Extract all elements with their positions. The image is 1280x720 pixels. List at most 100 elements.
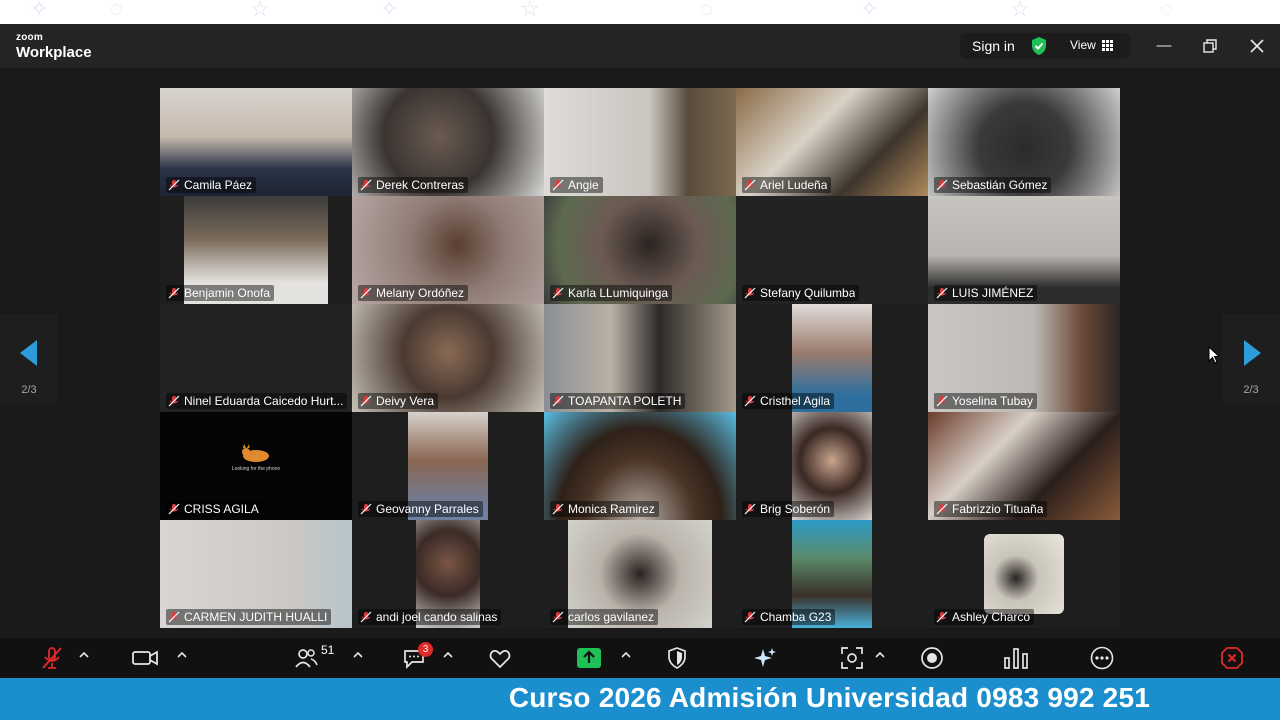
participant-name: Sebastián Gómez bbox=[952, 178, 1048, 192]
close-icon[interactable] bbox=[1249, 38, 1265, 54]
video-tile[interactable]: andi joel cando salinas bbox=[352, 520, 544, 628]
mic-muted-icon bbox=[552, 611, 564, 623]
video-tile[interactable]: Deivy Vera bbox=[352, 304, 544, 412]
video-tile[interactable]: carlos gavilanez bbox=[544, 520, 736, 628]
mic-muted-icon bbox=[744, 503, 756, 515]
mic-muted-icon bbox=[360, 287, 372, 299]
video-tile[interactable]: Yoselina Tubay bbox=[928, 304, 1120, 412]
grid-view-icon[interactable] bbox=[1102, 40, 1113, 51]
record-icon[interactable] bbox=[920, 646, 944, 670]
participant-name: Ninel Eduarda Caicedo Hurt... bbox=[184, 394, 344, 408]
mic-muted-icon bbox=[552, 179, 564, 191]
participant-name: andi joel cando salinas bbox=[376, 610, 498, 624]
chevron-up-icon[interactable] bbox=[353, 650, 363, 660]
title-bar: zoom Workplace Sign in View — bbox=[0, 24, 1280, 68]
video-tile[interactable]: Ariel Ludeña bbox=[736, 88, 928, 196]
mic-muted-icon bbox=[552, 503, 564, 515]
restore-icon[interactable] bbox=[1202, 38, 1218, 54]
participant-name: Benjamin Onofa bbox=[184, 286, 271, 300]
video-tile[interactable]: Monica Ramirez bbox=[544, 412, 736, 520]
mic-muted-icon bbox=[360, 611, 372, 623]
video-tile[interactable]: Melany Ordóñez bbox=[352, 196, 544, 304]
video-camera-icon[interactable] bbox=[132, 646, 158, 670]
participant-name: Ashley Charco bbox=[952, 610, 1031, 624]
participant-name: Melany Ordóñez bbox=[376, 286, 465, 300]
video-tile[interactable]: Camila Páez bbox=[160, 88, 352, 196]
participant-name: Derek Contreras bbox=[376, 178, 465, 192]
video-tile[interactable]: Brig Soberón bbox=[736, 412, 928, 520]
meeting-stage: 2/3 2/3 Camila Páez Derek Contreras Angi… bbox=[0, 68, 1280, 638]
mic-muted-icon[interactable] bbox=[40, 646, 64, 670]
security-shield-icon[interactable] bbox=[666, 646, 688, 670]
end-meeting-icon[interactable] bbox=[1220, 646, 1244, 670]
previous-page-button[interactable]: 2/3 bbox=[0, 314, 58, 404]
video-tile[interactable]: LUIS JIMÉNEZ bbox=[928, 196, 1120, 304]
mic-muted-icon bbox=[744, 179, 756, 191]
chevron-left-icon bbox=[20, 340, 37, 366]
mic-muted-icon bbox=[552, 287, 564, 299]
mic-muted-icon bbox=[744, 611, 756, 623]
participant-name: Monica Ramirez bbox=[568, 502, 655, 516]
video-tile[interactable]: Sebastián Gómez bbox=[928, 88, 1120, 196]
polls-icon[interactable] bbox=[1003, 646, 1029, 670]
mic-muted-icon bbox=[552, 395, 564, 407]
sign-in-button[interactable]: Sign in bbox=[972, 38, 1015, 54]
ai-companion-icon[interactable] bbox=[753, 646, 777, 670]
video-tile[interactable]: Fabrizzio Tituaña bbox=[928, 412, 1120, 520]
video-tile[interactable]: Geovanny Parrales bbox=[352, 412, 544, 520]
participants-icon[interactable] bbox=[294, 646, 318, 670]
mic-muted-icon bbox=[168, 611, 180, 623]
video-tile[interactable]: Chamba G23 bbox=[736, 520, 928, 628]
video-tile[interactable]: CARMEN JUDITH HUALLI bbox=[160, 520, 352, 628]
mic-muted-icon bbox=[936, 287, 948, 299]
chevron-up-icon[interactable] bbox=[79, 650, 89, 660]
video-tile[interactable]: Looking for the phone CRISS AGILA bbox=[160, 412, 352, 520]
mic-muted-icon bbox=[744, 287, 756, 299]
video-tile[interactable]: Stefany Quilumba bbox=[736, 196, 928, 304]
promo-banner-text: Curso 2026 Admisión Universidad 0983 992… bbox=[508, 682, 1150, 713]
participant-name: Stefany Quilumba bbox=[760, 286, 856, 300]
video-tile[interactable]: Angie bbox=[544, 88, 736, 196]
video-tile[interactable]: Cristhel Agila bbox=[736, 304, 928, 412]
video-tile[interactable]: Benjamin Onofa bbox=[160, 196, 352, 304]
encryption-shield-icon[interactable] bbox=[1030, 36, 1048, 56]
promo-banner: Curso 2026 Admisión Universidad 0983 992… bbox=[0, 678, 1280, 720]
more-icon[interactable] bbox=[1090, 646, 1114, 670]
minimize-icon[interactable]: — bbox=[1154, 36, 1174, 56]
page-indicator-right: 2/3 bbox=[1243, 384, 1259, 396]
participant-name: Cristhel Agila bbox=[760, 394, 831, 408]
participant-name: Camila Páez bbox=[184, 178, 253, 192]
mic-muted-icon bbox=[744, 395, 756, 407]
next-page-button[interactable]: 2/3 bbox=[1222, 314, 1280, 404]
participant-name: Angie bbox=[568, 178, 599, 192]
mic-muted-icon bbox=[936, 179, 948, 191]
participant-name: Chamba G23 bbox=[760, 610, 832, 624]
mic-muted-icon bbox=[168, 179, 180, 191]
mic-muted-icon bbox=[936, 503, 948, 515]
video-tile[interactable]: Karla LLumiquinga bbox=[544, 196, 736, 304]
mic-muted-icon bbox=[168, 395, 180, 407]
chevron-up-icon[interactable] bbox=[443, 650, 453, 660]
video-tile[interactable]: Derek Contreras bbox=[352, 88, 544, 196]
brand-small: zoom bbox=[16, 32, 43, 43]
participant-name: LUIS JIMÉNEZ bbox=[952, 286, 1034, 300]
view-button[interactable]: View bbox=[1070, 38, 1096, 52]
participants-count: 51 bbox=[321, 643, 335, 657]
meeting-toolbar: 51 3 bbox=[0, 638, 1280, 678]
screen-text: Looking for the phone bbox=[231, 466, 281, 472]
video-tile[interactable]: TOAPANTA POLETH bbox=[544, 304, 736, 412]
zoom-logo: zoom Workplace bbox=[16, 32, 92, 61]
chevron-up-icon[interactable] bbox=[621, 650, 631, 660]
video-tile[interactable]: Ninel Eduarda Caicedo Hurt... bbox=[160, 304, 352, 412]
zoom-window: zoom Workplace Sign in View — 2/3 2/3 Ca… bbox=[0, 24, 1280, 678]
participant-name: Karla LLumiquinga bbox=[568, 286, 669, 300]
chevron-up-icon[interactable] bbox=[875, 650, 885, 660]
mic-muted-icon bbox=[168, 287, 180, 299]
chevron-up-icon[interactable] bbox=[177, 650, 187, 660]
reactions-icon[interactable] bbox=[488, 646, 512, 670]
video-tile[interactable]: Ashley Charco bbox=[928, 520, 1120, 628]
participant-name: Fabrizzio Tituaña bbox=[952, 502, 1044, 516]
share-screen-icon[interactable] bbox=[576, 646, 602, 670]
mic-muted-icon bbox=[936, 611, 948, 623]
apps-icon[interactable] bbox=[840, 646, 864, 670]
